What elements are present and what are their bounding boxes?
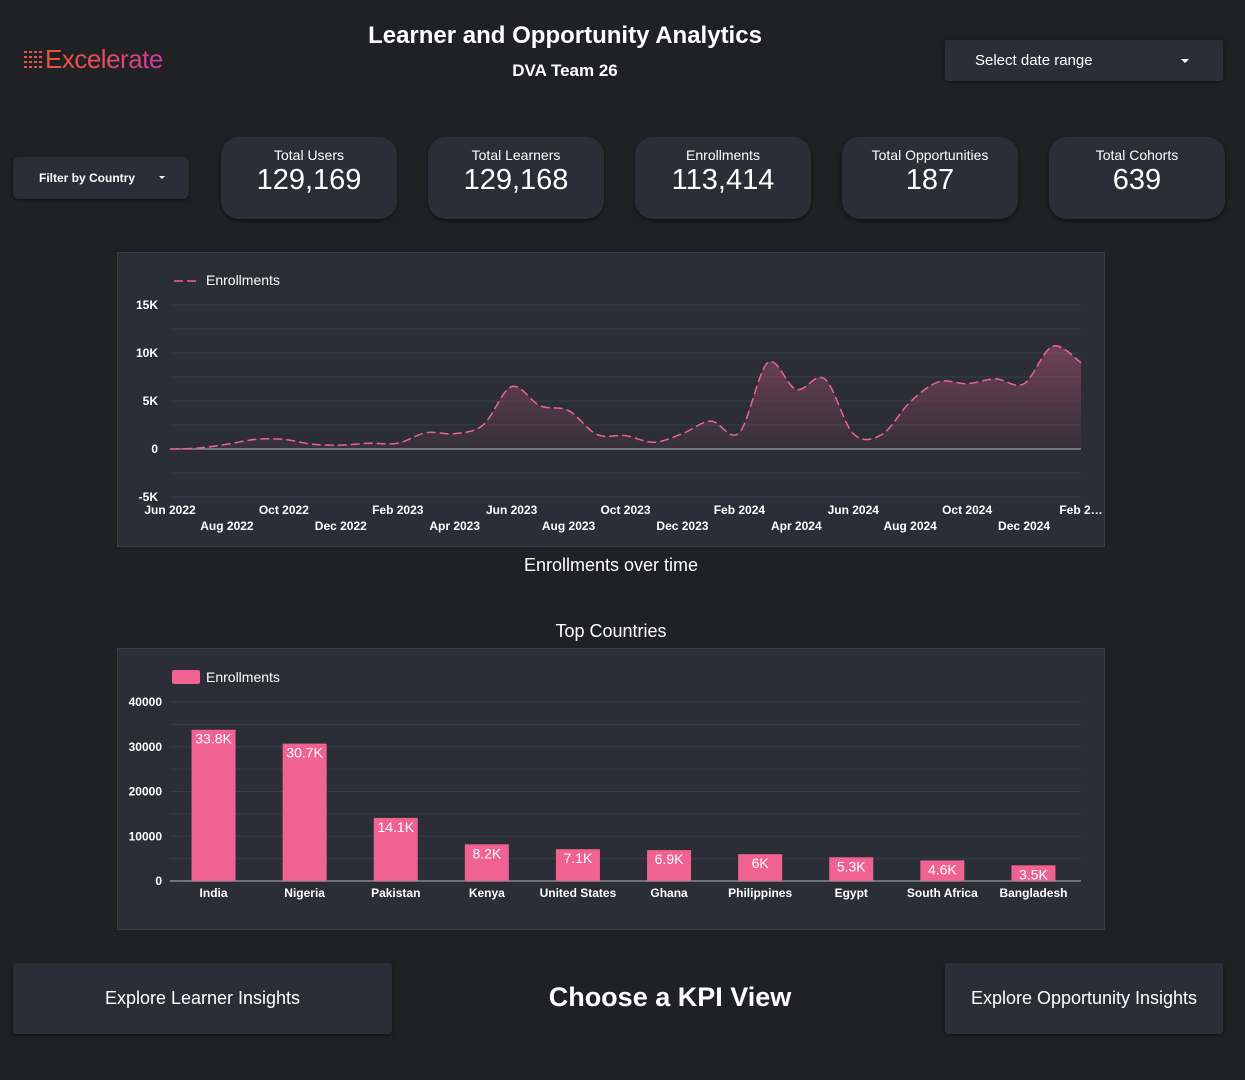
legend-label: Enrollments: [206, 669, 280, 685]
x-tick-label: Bangladesh: [999, 886, 1067, 900]
kpi-value: 129,169: [256, 164, 362, 196]
bar: [282, 743, 327, 881]
caret-down-icon: [1181, 59, 1189, 63]
bar-data-label: 6.9K: [655, 851, 684, 867]
x-tick-label: Egypt: [835, 886, 868, 900]
x-tick-label: Aug 2022: [200, 519, 254, 533]
kpi-value: 639: [1112, 164, 1162, 196]
x-tick-label: Dec 2022: [315, 519, 367, 533]
kpi-label: Total Cohorts: [1095, 147, 1179, 163]
bar: [191, 729, 236, 881]
excelerate-logo: Excelerate: [24, 44, 163, 75]
enrollments-area: [170, 345, 1081, 449]
kpi-card-total-users: Total Users 129,169: [221, 137, 397, 219]
x-tick-label: Nigeria: [284, 886, 325, 900]
bar-chart-svg: 40000 30000 20000 10000 0 33.8K India 30.7K Nige…: [129, 669, 1081, 900]
bar-data-label: 30.7K: [286, 745, 323, 761]
x-tick-label: Kenya: [469, 886, 505, 900]
x-tick-label: India: [200, 886, 228, 900]
kpi-label: Total Opportunities: [871, 147, 989, 163]
x-tick-label: Feb 2…: [1059, 503, 1102, 517]
kpi-card-total-opportunities: Total Opportunities 187: [842, 137, 1018, 219]
x-tick-label: South Africa: [907, 886, 978, 900]
bar-data-label: 6K: [752, 855, 770, 871]
x-tick-label: Apr 2023: [429, 519, 480, 533]
x-tick-label: United States: [540, 886, 617, 900]
x-tick-label: Aug 2023: [542, 519, 596, 533]
caret-down-icon: [159, 176, 165, 179]
legend-label: Enrollments: [206, 272, 280, 288]
kpi-card-total-learners: Total Learners 129,168: [428, 137, 604, 219]
top-countries-bar-chart: 40000 30000 20000 10000 0 33.8K India 30.7K Nige…: [117, 648, 1105, 930]
x-tick-label: Aug 2024: [884, 519, 938, 533]
kpi-value: 187: [905, 164, 955, 196]
x-tick-label: Oct 2023: [600, 503, 650, 517]
x-tick-label: Jun 2024: [828, 503, 880, 517]
date-range-label: Select date range: [975, 52, 1093, 69]
bar-data-label: 33.8K: [195, 731, 232, 747]
x-tick-label: Jun 2022: [144, 503, 196, 517]
explore-opportunity-insights-button[interactable]: Explore Opportunity Insights: [945, 963, 1223, 1034]
y-tick-label: 40000: [129, 695, 163, 709]
y-tick-label: 10K: [136, 346, 158, 360]
logo-mark-icon: [24, 51, 42, 68]
y-tick-label: 0: [151, 442, 158, 456]
bar-data-label: 3.5K: [1019, 866, 1048, 882]
x-tick-label: Dec 2023: [656, 519, 708, 533]
kpi-card-total-cohorts: Total Cohorts 639: [1049, 137, 1225, 219]
bar-chart-caption: Top Countries: [555, 621, 667, 641]
kpi-card-enrollments: Enrollments 113,414: [635, 137, 811, 219]
x-tick-label: Jun 2023: [486, 503, 538, 517]
x-tick-label: Feb 2023: [372, 503, 424, 517]
button-label: Explore Opportunity Insights: [970, 988, 1198, 1008]
choose-kpi-view-heading: Choose a KPI View: [548, 982, 792, 1012]
kpi-value: 129,168: [463, 164, 569, 196]
kpi-value: 113,414: [671, 164, 775, 196]
x-tick-label: Ghana: [650, 886, 688, 900]
x-tick-label: Pakistan: [371, 886, 420, 900]
logo-text: Excelerate: [45, 44, 163, 74]
x-tick-label: Philippines: [728, 886, 792, 900]
country-filter-select[interactable]: Filter by Country: [13, 157, 189, 199]
y-tick-label: 15K: [136, 298, 158, 312]
y-tick-label: 30000: [129, 740, 163, 754]
kpi-label: Total Users: [273, 147, 345, 163]
kpi-label: Total Learners: [471, 147, 561, 163]
page-subtitle: DVA Team 26: [512, 61, 618, 80]
kpi-label: Enrollments: [686, 147, 760, 163]
enrollments-line-chart: 15K 10K 5K 0 -5K Jun 2022 Aug 2022 Oct 2022 Dec …: [117, 252, 1105, 547]
bar-data-label: 8.2K: [472, 845, 501, 861]
date-range-select[interactable]: Select date range: [945, 40, 1223, 81]
line-chart-caption: Enrollments over time: [523, 555, 699, 575]
bar-data-label: 7.1K: [564, 850, 593, 866]
explore-learner-insights-button[interactable]: Explore Learner Insights: [13, 963, 392, 1034]
y-tick-label: -5K: [139, 490, 159, 504]
y-tick-label: 5K: [143, 394, 159, 408]
bar-data-label: 5.3K: [837, 858, 866, 874]
x-tick-label: Oct 2024: [942, 503, 992, 517]
x-tick-label: Feb 2024: [714, 503, 766, 517]
y-tick-label: 0: [155, 874, 162, 888]
bar-data-label: 14.1K: [377, 819, 414, 835]
y-tick-label: 20000: [129, 785, 163, 799]
x-tick-label: Dec 2024: [998, 519, 1050, 533]
legend-swatch: [172, 670, 200, 684]
bar-data-label: 4.6K: [928, 861, 957, 877]
x-tick-label: Apr 2024: [771, 519, 822, 533]
button-label: Explore Learner Insights: [104, 988, 301, 1008]
country-filter-label: Filter by Country: [39, 171, 136, 185]
line-chart-svg: 15K 10K 5K 0 -5KJun 2022 Aug 2022 Oct 2022 Dec …: [136, 272, 1103, 533]
y-tick-label: 10000: [129, 829, 163, 843]
x-tick-label: Oct 2022: [259, 503, 309, 517]
page-title: Learner and Opportunity Analytics: [368, 22, 762, 49]
